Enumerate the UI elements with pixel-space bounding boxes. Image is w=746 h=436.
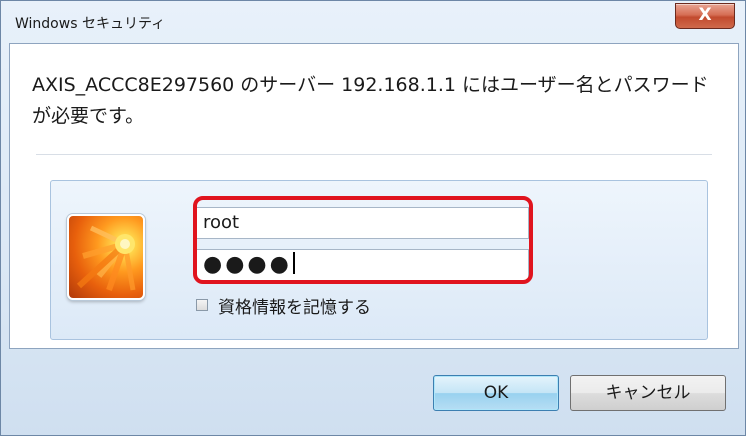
remember-label: 資格情報を記憶する <box>218 297 371 318</box>
credential-panel: root ●●●● 資格情報を記憶する <box>50 180 708 340</box>
close-icon: X <box>698 5 712 25</box>
remember-checkbox[interactable] <box>196 299 208 311</box>
auth-message: AXIS_ACCC8E297560 のサーバー 192.168.1.1 にはユー… <box>32 74 709 127</box>
user-tile-flower-icon <box>67 214 145 300</box>
window-title: Windows セキュリティ <box>15 16 166 32</box>
security-dialog-window: Windows セキュリティ X AXIS_ACCC8E297560 のサーバー… <box>0 0 746 436</box>
ok-button[interactable]: OK <box>433 375 559 411</box>
remember-credentials[interactable]: 資格情報を記憶する <box>196 293 371 318</box>
close-button[interactable]: X <box>675 3 735 29</box>
credential-highlight-box <box>193 196 533 284</box>
cancel-button[interactable]: キャンセル <box>570 375 726 411</box>
titlebar[interactable]: Windows セキュリティ X <box>1 1 745 43</box>
divider <box>36 154 712 155</box>
dialog-content: AXIS_ACCC8E297560 のサーバー 192.168.1.1 にはユー… <box>9 43 739 349</box>
